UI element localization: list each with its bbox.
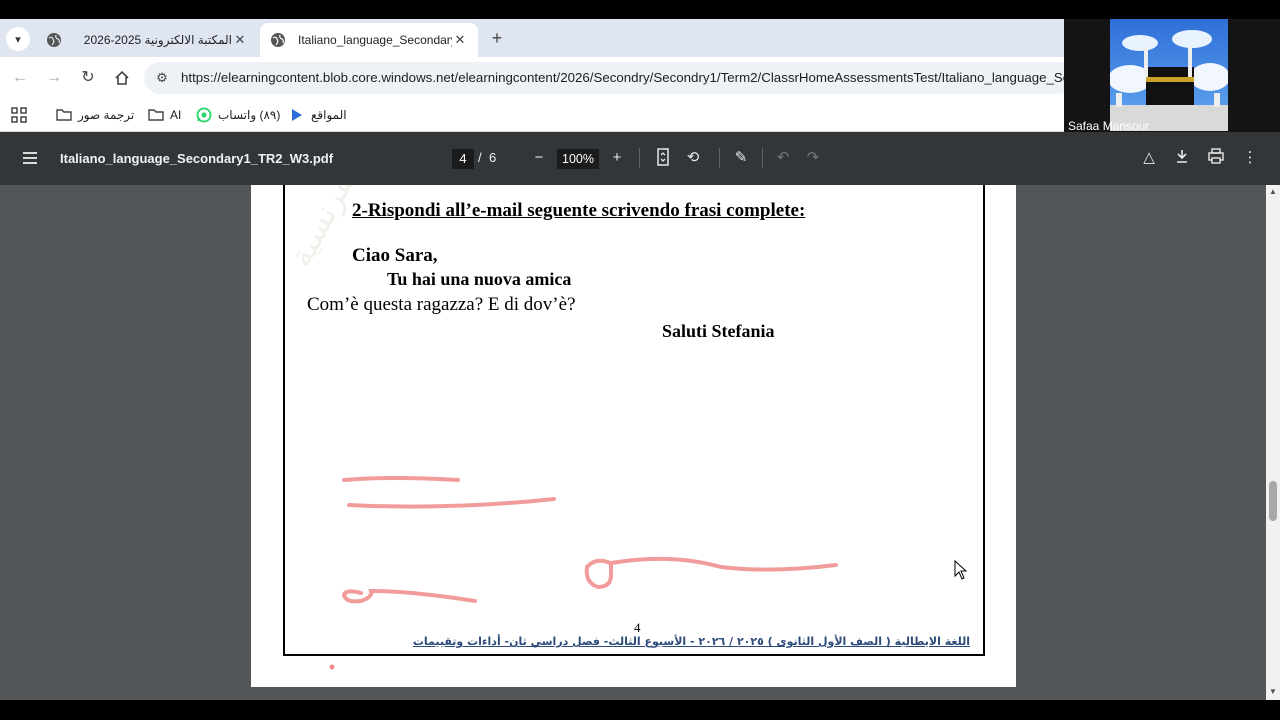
- tab-title: Italiano_language_Secondary1_: [298, 33, 452, 47]
- pdf-toolbar: Italiano_language_Secondary1_TR2_W3.pdf …: [0, 132, 1280, 185]
- whatsapp-icon: [196, 107, 212, 123]
- toolbar-divider: [639, 148, 640, 168]
- redo-button[interactable]: ↷: [803, 148, 823, 168]
- download-button[interactable]: [1172, 148, 1192, 168]
- arrow-right-icon: →: [46, 69, 62, 86]
- page-total: 6: [489, 150, 497, 165]
- menu-icon[interactable]: [20, 148, 40, 168]
- bottom-black-bar: [0, 700, 1280, 720]
- annotate-button[interactable]: ✎: [731, 148, 751, 168]
- mouse-cursor-icon: [954, 560, 968, 580]
- fit-page-icon: [657, 148, 669, 166]
- page-number: 4: [634, 620, 641, 635]
- pdf-viewer[interactable]: معلمي اللغة الإنجليزية والفرنسية 2-Rispo…: [0, 185, 1280, 700]
- reload-icon: ↻: [81, 69, 95, 86]
- rotate-icon: ⟲: [686, 149, 700, 166]
- page-number-input[interactable]: 4: [452, 149, 474, 169]
- undo-icon: ↶: [776, 149, 790, 166]
- forward-button[interactable]: →: [43, 67, 65, 89]
- webcam-overlay: Safaa Mansour: [1064, 19, 1280, 135]
- folder-icon: [148, 109, 164, 121]
- bookmark-folder-ai[interactable]: AI: [148, 105, 181, 125]
- zoom-out-button[interactable]: −: [529, 148, 549, 168]
- kaaba-image: [1110, 19, 1228, 131]
- bookmark-sites[interactable]: المواقع: [289, 105, 347, 125]
- close-icon[interactable]: ✕: [452, 32, 468, 48]
- participant-name: Safaa Mansour: [1068, 119, 1150, 133]
- pdf-filename: Italiano_language_Secondary1_TR2_W3.pdf: [60, 151, 334, 166]
- pen-icon: ✎: [734, 149, 748, 166]
- bookmark-label: (٨٩) واتساب: [218, 108, 281, 122]
- pdf-page: معلمي اللغة الإنجليزية والفرنسية 2-Rispo…: [251, 185, 1016, 687]
- address-toolbar: ← → ↻ ⚙ https://elearningcontent.blob.co…: [0, 57, 1074, 99]
- url-text: https://elearningcontent.blob.core.windo…: [181, 70, 1071, 85]
- play-icon: [292, 109, 302, 121]
- home-button[interactable]: [111, 67, 133, 89]
- printer-icon: [1208, 148, 1224, 164]
- annotation-stroke: [584, 556, 838, 590]
- save-to-drive-button[interactable]: △: [1139, 148, 1159, 168]
- vertical-scrollbar[interactable]: ▲ ▼: [1266, 185, 1280, 700]
- scroll-up-arrow-icon[interactable]: ▲: [1266, 185, 1280, 199]
- rotate-button[interactable]: ⟲: [683, 148, 703, 168]
- annotation-stroke: [341, 588, 477, 604]
- arrow-left-icon: ←: [12, 69, 28, 86]
- bookmark-folder-translate[interactable]: ترجمة صور: [56, 105, 134, 125]
- bookmarks-bar: ترجمة صور AI (٨٩) واتساب المواقع: [0, 99, 1064, 132]
- chevron-down-icon: ▾: [15, 33, 21, 46]
- plus-icon: +: [612, 149, 622, 166]
- toolbar-divider: [719, 148, 720, 168]
- top-black-bar: [0, 0, 1280, 19]
- bookmark-label: AI: [170, 108, 182, 122]
- undo-button[interactable]: ↶: [773, 148, 793, 168]
- annotation-stroke: [342, 476, 460, 482]
- download-icon: [1177, 150, 1187, 163]
- tab-search-button[interactable]: ▾: [6, 27, 30, 51]
- tab-library[interactable]: المكتبة الالكترونية 2025-2026 ✕: [36, 23, 258, 57]
- new-tab-button[interactable]: +: [486, 27, 508, 49]
- scrollbar-thumb[interactable]: [1269, 481, 1277, 521]
- site-settings-icon[interactable]: ⚙: [154, 70, 170, 86]
- more-vert-icon: ⋮: [1242, 149, 1258, 166]
- globe-icon: [47, 33, 61, 47]
- scroll-down-arrow-icon[interactable]: ▼: [1266, 685, 1280, 699]
- bookmark-label: ترجمة صور: [78, 108, 135, 122]
- close-icon[interactable]: ✕: [232, 32, 248, 48]
- more-options-button[interactable]: ⋮: [1240, 148, 1260, 168]
- annotation-stroke: [347, 497, 556, 509]
- tab-pdf[interactable]: Italiano_language_Secondary1_ ✕: [260, 23, 478, 57]
- page-footer: اللغة الايطالية ( الصف الأول الثانوى ) ٢…: [412, 635, 970, 648]
- address-bar[interactable]: ⚙ https://elearningcontent.blob.core.win…: [144, 62, 1074, 94]
- drive-icon: △: [1143, 149, 1155, 166]
- tab-strip: ▾ المكتبة الالكترونية 2025-2026 ✕ Italia…: [0, 19, 1064, 57]
- toolbar-divider: [762, 148, 763, 168]
- globe-icon: [271, 33, 285, 47]
- back-button[interactable]: ←: [9, 67, 31, 89]
- fit-page-button[interactable]: [653, 148, 673, 168]
- tab-title: المكتبة الالكترونية 2025-2026: [83, 33, 232, 47]
- reload-button[interactable]: ↻: [77, 67, 99, 89]
- bookmark-label: المواقع: [311, 108, 347, 122]
- home-icon: [115, 70, 129, 85]
- redo-icon: ↷: [806, 149, 820, 166]
- bookmark-whatsapp[interactable]: (٨٩) واتساب: [196, 105, 280, 125]
- print-button[interactable]: [1206, 148, 1226, 168]
- pen-annotations: [329, 476, 838, 670]
- zoom-input[interactable]: 100%: [557, 149, 599, 169]
- page-separator: /: [478, 150, 482, 165]
- minus-icon: −: [534, 149, 544, 166]
- apps-button[interactable]: [11, 105, 27, 125]
- zoom-in-button[interactable]: +: [607, 148, 627, 168]
- folder-icon: [56, 109, 72, 121]
- apps-grid-icon: [11, 107, 27, 123]
- annotation-dot: [329, 664, 335, 670]
